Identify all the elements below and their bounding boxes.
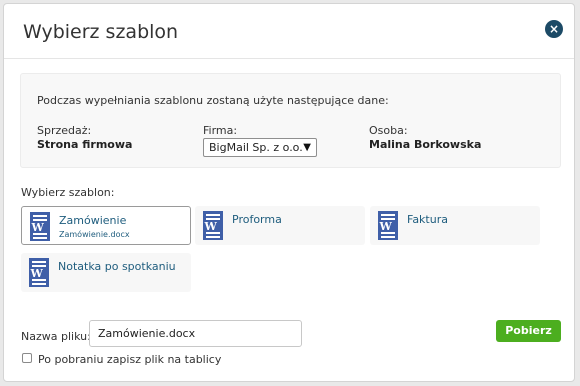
templates-label: Wybierz szablon: [21,186,115,199]
company-label: Firma: [203,124,238,137]
sales-value: Strona firmowa [37,138,133,151]
template-file: Zamówienie.docx [59,230,130,239]
sales-label: Sprzedaż: [37,124,92,137]
save-to-board-label[interactable]: Po pobraniu zapisz plik na tablicy [38,353,221,366]
word-doc-icon: W [30,212,50,241]
template-item-notatka[interactable]: W Notatka po spotkaniu [21,253,191,292]
company-select[interactable]: BigMail Sp. z o.o. ▼ [203,138,317,157]
template-item-zamowienie[interactable]: W Zamówienie Zamówienie.docx [21,206,191,245]
save-to-board-checkbox[interactable] [22,353,32,363]
template-name: Zamówienie [59,214,127,227]
svg-text:W: W [30,267,44,280]
person-label: Osoba: [369,124,408,137]
word-doc-icon: W [29,258,49,287]
template-item-faktura[interactable]: W Faktura [370,206,540,245]
download-button[interactable]: Pobierz [496,320,561,342]
person-value: Malina Borkowska [369,138,482,151]
close-icon[interactable]: × [545,20,563,38]
filename-input[interactable] [89,320,302,347]
company-select-value: BigMail Sp. z o.o. [209,141,303,154]
svg-text:W: W [31,221,45,234]
svg-text:W: W [204,220,218,233]
template-name: Notatka po spotkaniu [58,260,176,273]
svg-text:W: W [379,220,393,233]
template-item-proforma[interactable]: W Proforma [195,206,365,245]
template-name: Proforma [232,213,282,226]
filename-label: Nazwa pliku: [21,330,91,343]
dropdown-arrow-icon: ▼ [303,142,311,153]
dialog-title: Wybierz szablon [23,21,179,43]
template-dialog: Wybierz szablon × Podczas wypełniania sz… [3,3,575,382]
word-doc-icon: W [378,211,398,240]
info-panel: Podczas wypełniania szablonu zostaną uży… [20,73,561,168]
word-doc-icon: W [203,211,223,240]
info-intro: Podczas wypełniania szablonu zostaną uży… [37,94,389,107]
header-divider [4,58,574,59]
template-name: Faktura [407,213,448,226]
